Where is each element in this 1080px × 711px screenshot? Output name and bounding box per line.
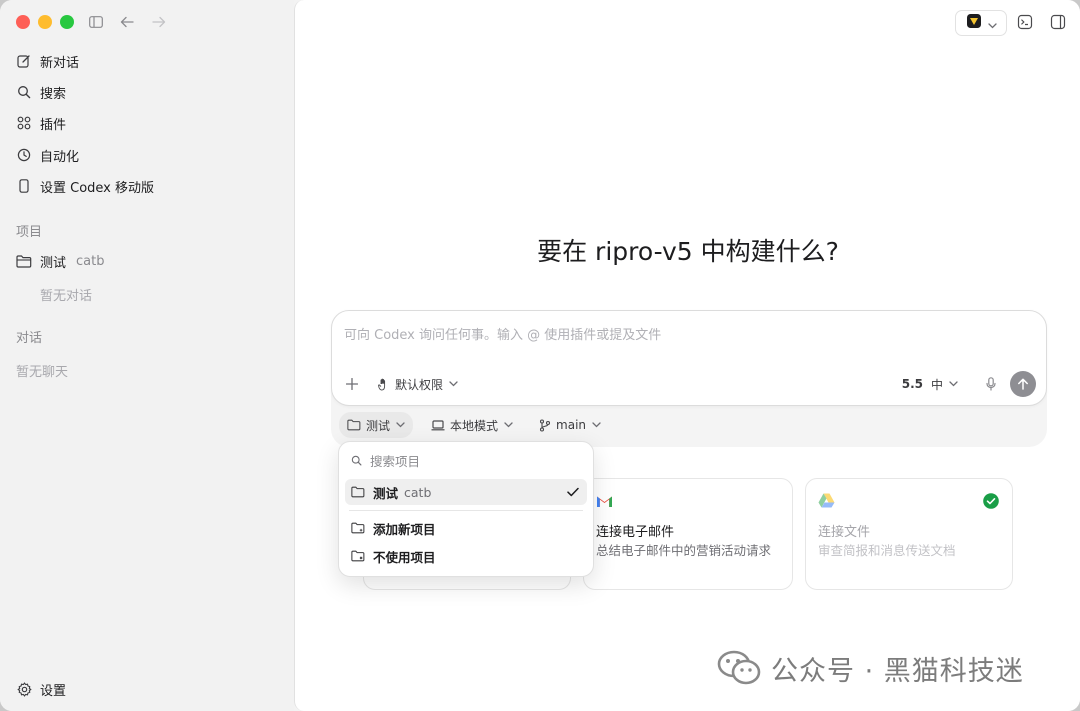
project-selector[interactable]: 测试 xyxy=(339,412,414,438)
sidebar-item-label: 设置 Codex 移动版 xyxy=(40,180,155,196)
card-description: 总结电子邮件中的营销活动请求 xyxy=(596,543,772,558)
gmail-icon xyxy=(596,493,613,512)
app-logo-icon xyxy=(966,13,982,33)
minimize-window-button[interactable] xyxy=(38,15,52,29)
watermark-text: 公众号 · 黑猫科技迷 xyxy=(771,655,1024,687)
app-window: 新对话 搜索 插件 自动化 设置 Codex 移动版 项目 测试 catb 暂无… xyxy=(0,0,1080,711)
folder-icon xyxy=(16,253,32,269)
chevron-down-icon xyxy=(449,381,458,387)
chats-section-label: 对话 xyxy=(16,331,43,346)
suggestion-card-email[interactable]: 连接电子邮件 总结电子邮件中的营销活动请求 xyxy=(583,478,793,590)
chevron-down-icon xyxy=(504,422,513,428)
prompt-input[interactable]: 可向 Codex 询问任何事。输入 @ 使用插件或提及文件 xyxy=(344,324,661,343)
sidebar: 新对话 搜索 插件 自动化 设置 Codex 移动版 项目 测试 catb 暂无… xyxy=(0,0,294,711)
dropdown-item-add-project[interactable]: 添加新项目 xyxy=(345,515,587,541)
folder-plus-icon xyxy=(351,522,367,534)
project-empty-text: 暂无对话 xyxy=(40,289,93,304)
git-branch-icon xyxy=(539,418,551,432)
permission-dropdown[interactable]: 默认权限 xyxy=(378,376,458,393)
forward-arrow-icon[interactable] xyxy=(149,12,169,32)
branch-label: main xyxy=(556,418,587,432)
hand-icon xyxy=(378,378,390,391)
project-search-field[interactable]: 搜索项目 xyxy=(351,451,420,469)
project-name: 测试 xyxy=(40,255,67,271)
toggle-sidebar-icon[interactable] xyxy=(86,12,106,32)
folder-icon xyxy=(347,419,361,431)
close-window-button[interactable] xyxy=(16,15,30,29)
dropdown-item-tag: catb xyxy=(404,484,432,500)
clock-icon xyxy=(16,147,32,163)
sidebar-item-label: 插件 xyxy=(40,117,67,133)
dropdown-item-no-project[interactable]: 不使用项目 xyxy=(345,543,587,569)
sidebar-item-mobile-setup[interactable]: 设置 Codex 移动版 xyxy=(16,174,154,198)
chats-empty-text: 暂无聊天 xyxy=(16,365,69,380)
card-title: 连接电子邮件 xyxy=(596,525,675,540)
wechat-logo-icon xyxy=(717,650,761,686)
effort-level: 中 xyxy=(930,377,943,392)
phone-icon xyxy=(16,178,32,194)
compose-icon xyxy=(16,53,32,69)
suggestion-card-files[interactable]: 连接文件 审查简报和消息传送文档 xyxy=(805,478,1013,590)
connected-check-icon xyxy=(983,493,999,513)
sidebar-item-search[interactable]: 搜索 xyxy=(16,80,66,104)
model-version: 5.5 xyxy=(901,377,923,391)
permission-label: 默认权限 xyxy=(395,377,444,392)
checkmark-icon xyxy=(567,487,579,497)
search-icon xyxy=(351,455,362,466)
card-description: 审查简报和消息传送文档 xyxy=(818,543,956,558)
sidebar-item-label: 自动化 xyxy=(40,149,80,165)
chevron-down-icon xyxy=(592,422,601,428)
sidebar-item-automation[interactable]: 自动化 xyxy=(16,143,79,167)
chevron-down-icon xyxy=(396,422,405,428)
mode-label: 本地模式 xyxy=(450,418,499,433)
side-panel-toggle-icon[interactable] xyxy=(1050,14,1066,34)
card-title: 连接文件 xyxy=(818,525,871,540)
project-tag: catb xyxy=(76,253,105,269)
composer-toolbar: 默认权限 5.5 中 xyxy=(342,371,1036,397)
sidebar-item-label: 设置 xyxy=(40,683,67,699)
sidebar-item-label: 搜索 xyxy=(40,86,67,102)
sidebar-item-label: 新对话 xyxy=(40,55,80,71)
branch-selector[interactable]: main xyxy=(531,412,609,438)
workspace-toolbar: 测试 本地模式 main xyxy=(339,412,609,438)
folder-x-icon xyxy=(351,550,367,562)
main-panel: 要在 ripro-v5 中构建什么? 可向 Codex 询问任何事。输入 @ 使… xyxy=(294,0,1080,711)
composer[interactable]: 可向 Codex 询问任何事。输入 @ 使用插件或提及文件 默认权限 5.5 中 xyxy=(331,310,1047,406)
search-icon xyxy=(16,84,32,100)
microphone-icon[interactable] xyxy=(986,377,996,391)
project-dropdown-menu: 搜索项目 测试 catb 添加新项目 不使用项目 xyxy=(338,441,594,577)
model-selector-button[interactable] xyxy=(955,10,1007,36)
terminal-icon[interactable] xyxy=(1017,14,1033,34)
send-button[interactable] xyxy=(1010,371,1036,397)
dropdown-item-project[interactable]: 测试 catb xyxy=(345,479,587,505)
google-drive-icon xyxy=(818,493,835,512)
dropdown-item-label: 添加新项目 xyxy=(373,521,436,537)
folder-icon xyxy=(351,486,367,498)
dropdown-divider xyxy=(349,510,583,511)
project-search-placeholder: 搜索项目 xyxy=(370,453,421,469)
zoom-window-button[interactable] xyxy=(60,15,74,29)
plugins-icon xyxy=(16,115,32,131)
chevron-down-icon xyxy=(949,381,958,387)
dropdown-item-label: 不使用项目 xyxy=(373,549,436,565)
sidebar-item-settings[interactable]: 设置 xyxy=(16,677,66,701)
chevron-down-icon xyxy=(987,14,997,33)
gear-icon xyxy=(16,681,32,697)
dropdown-item-label: 测试 xyxy=(373,485,399,501)
project-selector-label: 测试 xyxy=(366,418,391,433)
model-effort-dropdown[interactable]: 5.5 中 xyxy=(902,376,958,393)
sidebar-item-new-chat[interactable]: 新对话 xyxy=(16,49,79,73)
page-title: 要在 ripro-v5 中构建什么? xyxy=(537,237,839,266)
back-arrow-icon[interactable] xyxy=(117,12,137,32)
mode-selector[interactable]: 本地模式 xyxy=(423,412,521,438)
sidebar-item-plugins[interactable]: 插件 xyxy=(16,111,66,135)
add-attachment-icon[interactable] xyxy=(342,378,362,390)
sidebar-project-item[interactable]: 测试 catb xyxy=(16,249,104,273)
arrow-up-icon xyxy=(1018,378,1028,390)
watermark: 公众号 · 黑猫科技迷 xyxy=(717,648,1024,688)
projects-section-label: 项目 xyxy=(16,225,43,240)
laptop-icon xyxy=(431,419,445,431)
